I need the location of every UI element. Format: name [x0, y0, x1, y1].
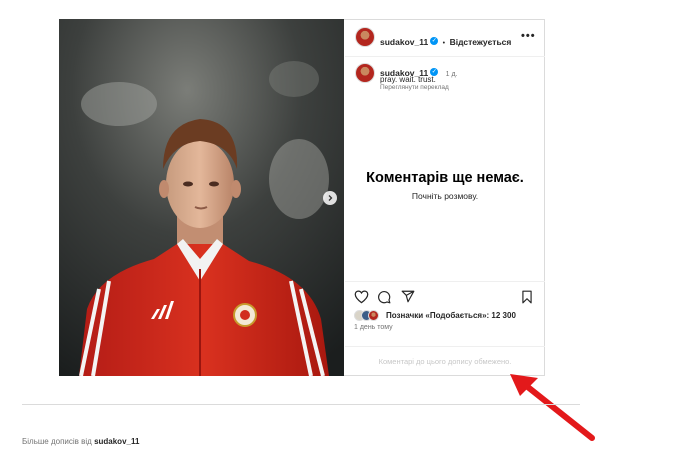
avatar: [368, 310, 379, 321]
share-icon[interactable]: [401, 290, 415, 303]
annotation-arrow: [510, 374, 595, 441]
comment-icon[interactable]: [377, 290, 391, 304]
heart-icon[interactable]: [354, 290, 369, 304]
separator: •: [442, 40, 446, 47]
chevron-right-icon: [328, 195, 333, 201]
post-sidebar: sudakov_11 ✓ • Відстежується ••• sudakov_…: [345, 19, 545, 376]
caption-text: pray. wait. trust.: [380, 75, 436, 84]
post-date[interactable]: 1 день тому: [354, 324, 393, 331]
more-posts-prefix: Більше дописів від: [22, 437, 92, 446]
more-posts-user-link[interactable]: sudakov_11: [94, 437, 139, 446]
no-comments-subtitle: Почніть розмову.: [411, 191, 479, 201]
player-photo-illustration: [59, 19, 344, 376]
post-photo[interactable]: [59, 19, 344, 376]
header-user: sudakov_11 ✓ • Відстежується: [380, 32, 511, 50]
username-link[interactable]: sudakov_11: [380, 37, 428, 47]
verified-badge-icon: ✓: [430, 36, 439, 45]
section-divider: [22, 404, 580, 405]
more-options-icon[interactable]: •••: [521, 30, 536, 42]
no-comments-title: Коментарів ще немає.: [366, 170, 524, 186]
more-posts-heading: Більше дописів від sudakov_11: [22, 437, 139, 446]
likes-count[interactable]: Позначки «Подобається»: 12 300: [386, 311, 516, 320]
bookmark-icon[interactable]: [521, 290, 533, 304]
next-image-button[interactable]: [323, 191, 337, 205]
avatar[interactable]: [355, 27, 375, 47]
see-translation-link[interactable]: Переглянути переклад: [380, 84, 449, 91]
avatar[interactable]: [355, 63, 375, 83]
caption-time[interactable]: 1 д.: [446, 71, 458, 78]
liked-by-avatars: [354, 310, 384, 321]
actions-section: Позначки «Подобається»: 12 300 1 день то…: [345, 281, 545, 331]
post-header: sudakov_11 ✓ • Відстежується •••: [345, 19, 545, 57]
follow-status-button[interactable]: Відстежується: [450, 37, 512, 47]
